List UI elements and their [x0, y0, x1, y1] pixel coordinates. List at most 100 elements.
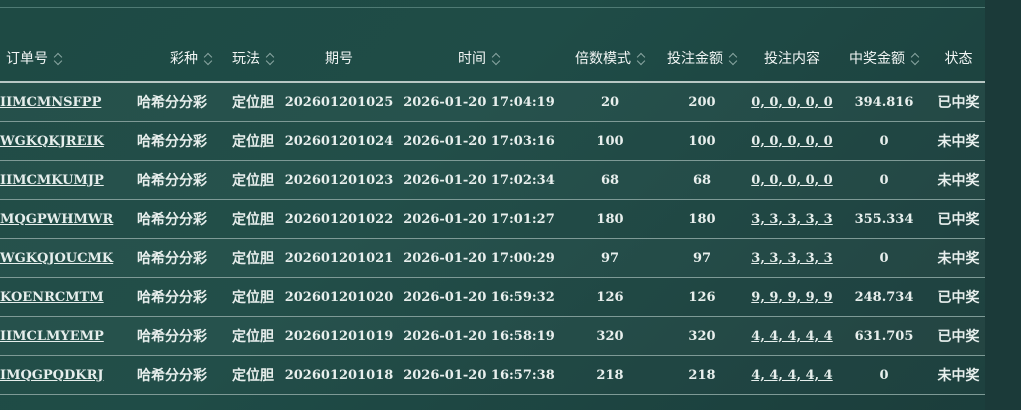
content-link[interactable]: 4, 4, 4, 4, 4: [751, 368, 832, 383]
order-cell: MQGPWHMWR: [0, 199, 122, 239]
multiple-cell: 126: [564, 277, 656, 317]
table-row: KOENRCMTM 哈希分分彩 定位胆 202601201020 2026-01…: [0, 277, 985, 317]
order-cell: IIMCMNSFPP: [0, 82, 122, 122]
content-link[interactable]: 0, 0, 0, 0, 0: [751, 134, 832, 149]
status-cell: 已中奖: [932, 316, 985, 356]
status-cell: 未中奖: [932, 121, 985, 161]
multiple-cell: 20: [564, 82, 656, 122]
play-cell: 定位胆: [222, 82, 284, 122]
order-link[interactable]: WGKQKJREIK: [0, 134, 104, 149]
table-row: WGKQJOUCMK 哈希分分彩 定位胆 202601201021 2026-0…: [0, 238, 985, 278]
col-header-lottery[interactable]: 彩种: [122, 35, 222, 83]
table-row: MQGPWHMWR 哈希分分彩 定位胆 202601201022 2026-01…: [0, 199, 985, 239]
bet-records-table: 订单号 彩种 玩法 期号 时间 倍数模式 投注金额 投注内容 中奖金额 状态 I…: [0, 35, 985, 395]
top-divider: [0, 7, 985, 8]
sort-icon[interactable]: [911, 52, 919, 66]
order-link[interactable]: MQGPWHMWR: [0, 212, 113, 227]
multiple-cell: 180: [564, 199, 656, 239]
time-cell: 2026-01-20 17:04:19: [394, 82, 564, 122]
amount-cell: 200: [656, 82, 748, 122]
time-cell: 2026-01-20 17:03:16: [394, 121, 564, 161]
sort-icon[interactable]: [637, 52, 645, 66]
lottery-cell: 哈希分分彩: [122, 355, 222, 395]
sort-icon[interactable]: [204, 52, 212, 66]
multiple-cell: 100: [564, 121, 656, 161]
multiple-cell: 218: [564, 355, 656, 395]
win-cell: 0: [836, 238, 932, 278]
win-cell: 394.816: [836, 82, 932, 122]
content-cell: 4, 4, 4, 4, 4: [748, 316, 836, 356]
content-link[interactable]: 4, 4, 4, 4, 4: [751, 329, 832, 344]
order-link[interactable]: WGKQJOUCMK: [0, 251, 113, 266]
time-cell: 2026-01-20 16:58:19: [394, 316, 564, 356]
period-cell: 202601201020: [284, 277, 394, 317]
play-cell: 定位胆: [222, 199, 284, 239]
col-header-content: 投注内容: [748, 35, 836, 83]
order-link[interactable]: IIMCMNSFPP: [0, 95, 101, 110]
col-header-period: 期号: [284, 35, 394, 83]
period-cell: 202601201025: [284, 82, 394, 122]
col-header-win[interactable]: 中奖金额: [836, 35, 932, 83]
col-header-play[interactable]: 玩法: [222, 35, 284, 83]
status-cell: 未中奖: [932, 355, 985, 395]
order-link[interactable]: IMQGPQDKRJ: [0, 368, 104, 383]
order-link[interactable]: IIMCMKUMJP: [0, 173, 104, 188]
period-cell: 202601201019: [284, 316, 394, 356]
content-link[interactable]: 3, 3, 3, 3, 3: [751, 251, 832, 266]
order-link[interactable]: KOENRCMTM: [0, 290, 104, 305]
amount-cell: 180: [656, 199, 748, 239]
content-cell: 0, 0, 0, 0, 0: [748, 82, 836, 122]
order-cell: IMQGPQDKRJ: [0, 355, 122, 395]
content-cell: 4, 4, 4, 4, 4: [748, 355, 836, 395]
table-header-row: 订单号 彩种 玩法 期号 时间 倍数模式 投注金额 投注内容 中奖金额 状态: [0, 35, 985, 83]
win-cell: 248.734: [836, 277, 932, 317]
amount-cell: 100: [656, 121, 748, 161]
table-row: WGKQKJREIK 哈希分分彩 定位胆 202601201024 2026-0…: [0, 121, 985, 161]
lottery-cell: 哈希分分彩: [122, 238, 222, 278]
sort-icon[interactable]: [729, 52, 737, 66]
time-cell: 2026-01-20 17:01:27: [394, 199, 564, 239]
sort-icon[interactable]: [492, 52, 500, 66]
sort-icon[interactable]: [54, 52, 62, 66]
content-link[interactable]: 3, 3, 3, 3, 3: [751, 212, 832, 227]
multiple-cell: 320: [564, 316, 656, 356]
play-cell: 定位胆: [222, 277, 284, 317]
table-row: IIMCLMYEMP 哈希分分彩 定位胆 202601201019 2026-0…: [0, 316, 985, 356]
win-cell: 355.334: [836, 199, 932, 239]
status-cell: 已中奖: [932, 277, 985, 317]
time-cell: 2026-01-20 16:57:38: [394, 355, 564, 395]
content-link[interactable]: 9, 9, 9, 9, 9: [751, 290, 832, 305]
content-link[interactable]: 0, 0, 0, 0, 0: [751, 95, 832, 110]
table-row: IIMCMNSFPP 哈希分分彩 定位胆 202601201025 2026-0…: [0, 82, 985, 122]
multiple-cell: 97: [564, 238, 656, 278]
multiple-cell: 68: [564, 160, 656, 200]
col-header-multiple[interactable]: 倍数模式: [564, 35, 656, 83]
order-link[interactable]: IIMCLMYEMP: [0, 329, 104, 344]
amount-cell: 126: [656, 277, 748, 317]
amount-cell: 97: [656, 238, 748, 278]
content-link[interactable]: 0, 0, 0, 0, 0: [751, 173, 832, 188]
col-header-amount[interactable]: 投注金额: [656, 35, 748, 83]
period-cell: 202601201018: [284, 355, 394, 395]
lottery-cell: 哈希分分彩: [122, 277, 222, 317]
win-cell: 0: [836, 160, 932, 200]
amount-cell: 68: [656, 160, 748, 200]
lottery-cell: 哈希分分彩: [122, 121, 222, 161]
content-cell: 3, 3, 3, 3, 3: [748, 238, 836, 278]
order-cell: KOENRCMTM: [0, 277, 122, 317]
content-cell: 0, 0, 0, 0, 0: [748, 121, 836, 161]
lottery-cell: 哈希分分彩: [122, 82, 222, 122]
status-cell: 未中奖: [932, 160, 985, 200]
order-cell: WGKQKJREIK: [0, 121, 122, 161]
play-cell: 定位胆: [222, 355, 284, 395]
col-header-time[interactable]: 时间: [394, 35, 564, 83]
period-cell: 202601201021: [284, 238, 394, 278]
period-cell: 202601201023: [284, 160, 394, 200]
sort-icon[interactable]: [266, 52, 274, 66]
col-header-order[interactable]: 订单号: [0, 35, 122, 83]
win-cell: 0: [836, 355, 932, 395]
amount-cell: 218: [656, 355, 748, 395]
order-cell: IIMCLMYEMP: [0, 316, 122, 356]
col-header-status: 状态: [932, 35, 985, 83]
content-cell: 0, 0, 0, 0, 0: [748, 160, 836, 200]
